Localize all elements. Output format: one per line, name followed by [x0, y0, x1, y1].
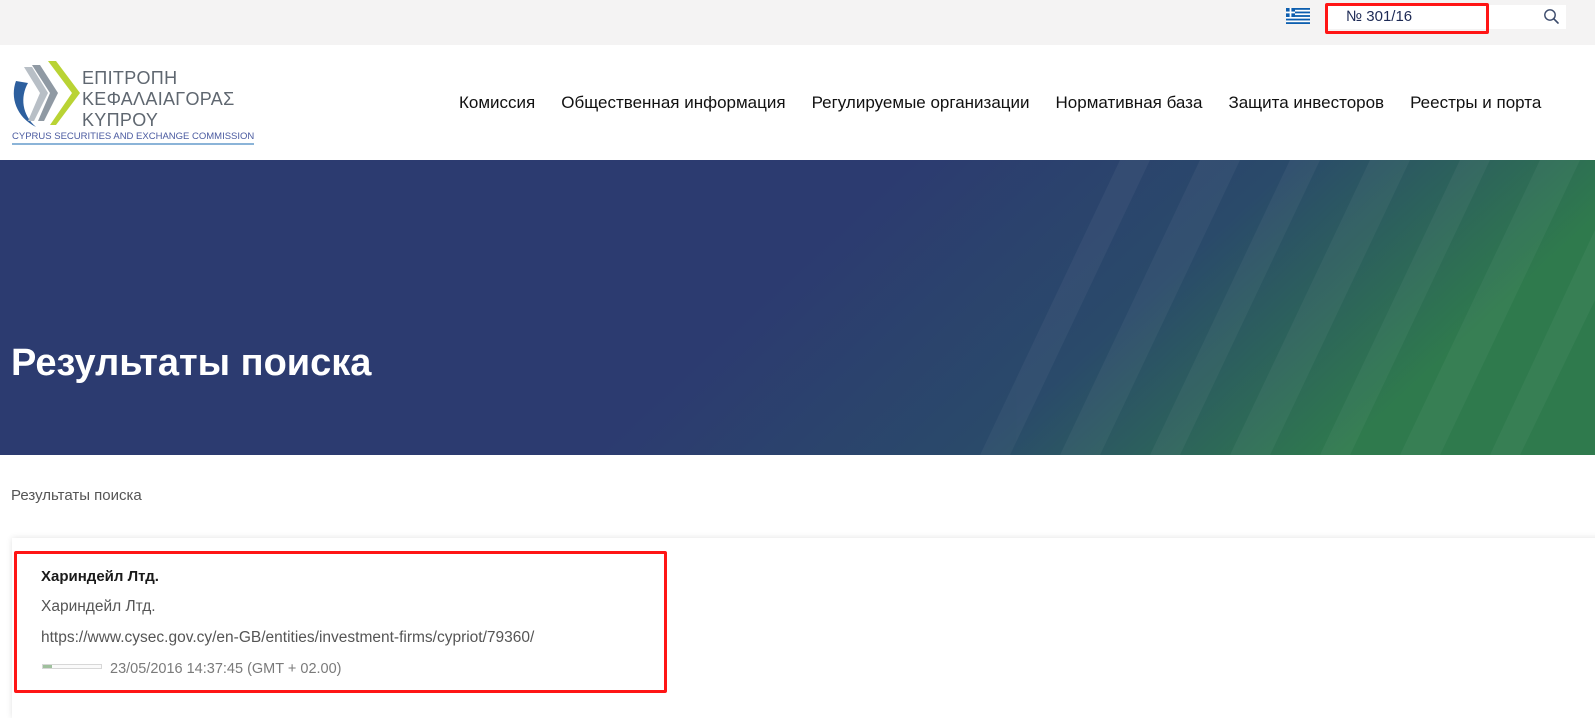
nav-item-commission[interactable]: Комиссия [459, 93, 535, 113]
main-nav: Комиссия Общественная информация Регулир… [459, 45, 1567, 160]
search-input[interactable] [1328, 5, 1546, 27]
hero-background [0, 160, 1595, 455]
logo-mark-icon [13, 61, 80, 127]
result-description: Хариндейл Лтд. [41, 598, 156, 615]
nav-item-investor-protection[interactable]: Защита инвесторов [1228, 93, 1384, 113]
logo-text-line2: ΚΕΦΑΛΑΙΑΓΟΡΑΣ [82, 89, 235, 109]
search-box [1328, 5, 1566, 29]
site-header: ΕΠΙΤΡΟΠΗ ΚΕΦΑΛΑΙΑΓΟΡΑΣ ΚΥΠΡΟΥ CYPRUS SEC… [0, 45, 1595, 160]
logo-subtitle: CYPRUS SECURITIES AND EXCHANGE COMMISSIO… [12, 131, 255, 145]
nav-item-regulated-entities[interactable]: Регулируемые организации [812, 93, 1030, 113]
page-title: Результаты поиска [11, 342, 372, 384]
result-url-link[interactable]: https://www.cysec.gov.cy/en-GB/entities/… [41, 629, 534, 647]
logo-text-line1: ΕΠΙΤΡΟΠΗ [82, 68, 178, 88]
relevance-bar [42, 664, 102, 669]
logo-text-line3: ΚΥΠΡΟΥ [82, 110, 159, 130]
breadcrumb: Результаты поиска [11, 487, 142, 504]
nav-item-registers-portals[interactable]: Реестры и порта [1410, 93, 1541, 113]
nav-item-public-information[interactable]: Общественная информация [561, 93, 785, 113]
greek-flag-icon[interactable] [1286, 8, 1310, 24]
result-card [12, 538, 1595, 718]
result-title-link[interactable]: Хариндейл Лтд. [41, 568, 159, 585]
top-bar [0, 0, 1595, 45]
relevance-bar-fill [43, 665, 52, 668]
result-date: 23/05/2016 14:37:45 (GMT + 02.00) [110, 661, 342, 677]
nav-item-legislation[interactable]: Нормативная база [1056, 93, 1203, 113]
hero-banner: Результаты поиска [0, 160, 1595, 455]
search-icon[interactable] [1542, 7, 1562, 27]
cysec-logo[interactable]: ΕΠΙΤΡΟΠΗ ΚΕΦΑΛΑΙΑΓΟΡΑΣ ΚΥΠΡΟΥ CYPRUS SEC… [10, 59, 255, 147]
